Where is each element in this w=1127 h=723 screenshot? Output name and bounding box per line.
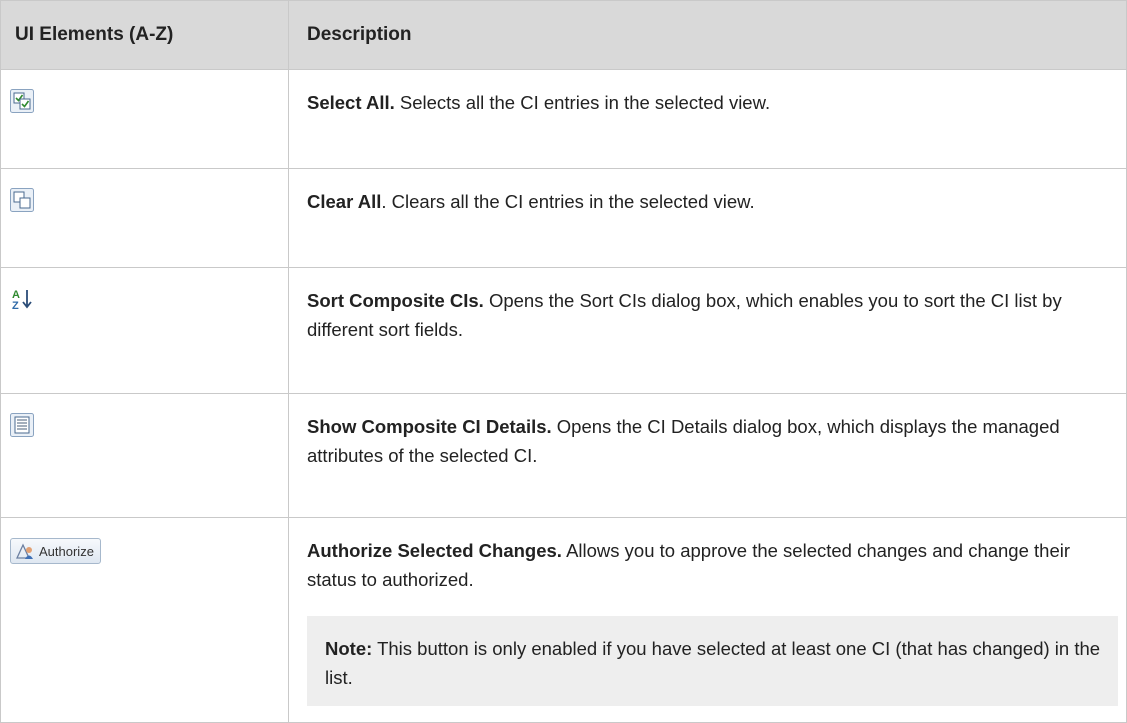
item-text: Selects all the CI entries in the select… bbox=[394, 92, 771, 113]
note-text: This button is only enabled if you have … bbox=[325, 638, 1101, 688]
authorize-button-label: Authorize bbox=[39, 543, 94, 559]
table-row: Clear All. Clears all the CI entries in … bbox=[0, 168, 1127, 268]
item-title: Select All. bbox=[307, 92, 395, 113]
authorize-icon bbox=[15, 543, 33, 559]
item-title: Show Composite CI Details. bbox=[307, 416, 552, 437]
description-cell: Clear All. Clears all the CI entries in … bbox=[288, 168, 1127, 268]
table-header-row: UI Elements (A-Z) Description bbox=[0, 0, 1127, 70]
table-row: Show Composite CI Details. Opens the CI … bbox=[0, 393, 1127, 518]
table-row: Authorize Authorize Selected Changes. Al… bbox=[0, 517, 1127, 723]
header-description: Description bbox=[288, 0, 1127, 70]
icon-cell: Authorize bbox=[0, 517, 289, 723]
svg-text:Z: Z bbox=[12, 300, 19, 311]
clear-all-icon[interactable] bbox=[10, 188, 34, 220]
icon-cell bbox=[0, 168, 289, 268]
icon-cell bbox=[0, 393, 289, 518]
ui-elements-table: UI Elements (A-Z) Description Select All… bbox=[0, 0, 1127, 723]
description-cell: Authorize Selected Changes. Allows you t… bbox=[288, 517, 1127, 723]
note-label: Note: bbox=[325, 638, 373, 659]
item-text: . Clears all the CI entries in the selec… bbox=[381, 191, 755, 212]
note-box: Note: This button is only enabled if you… bbox=[307, 616, 1118, 706]
description-cell: Show Composite CI Details. Opens the CI … bbox=[288, 393, 1127, 518]
sort-az-icon[interactable]: A Z bbox=[10, 287, 34, 319]
item-title: Authorize Selected Changes. bbox=[307, 540, 562, 561]
item-title: Clear All bbox=[307, 191, 382, 212]
description-text: Authorize Selected Changes. Allows you t… bbox=[307, 536, 1096, 594]
description-cell: Sort Composite CIs. Opens the Sort CIs d… bbox=[288, 267, 1127, 394]
table-row: Select All. Selects all the CI entries i… bbox=[0, 69, 1127, 169]
icon-cell bbox=[0, 69, 289, 169]
item-title: Sort Composite CIs. bbox=[307, 290, 484, 311]
icon-cell: A Z bbox=[0, 267, 289, 394]
header-ui-elements: UI Elements (A-Z) bbox=[0, 0, 289, 70]
table-row: A Z Sort Composite CIs. Opens the Sort C… bbox=[0, 267, 1127, 394]
description-cell: Select All. Selects all the CI entries i… bbox=[288, 69, 1127, 169]
authorize-button[interactable]: Authorize bbox=[10, 538, 101, 564]
select-all-icon[interactable] bbox=[10, 89, 34, 121]
details-icon[interactable] bbox=[10, 413, 34, 445]
